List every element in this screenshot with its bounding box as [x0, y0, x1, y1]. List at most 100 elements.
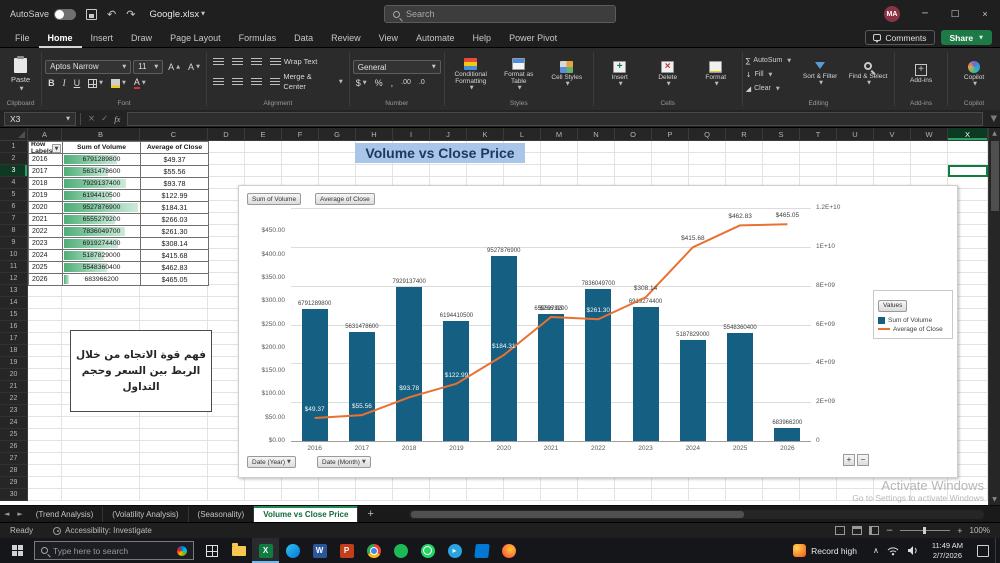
row-header-1[interactable]: 1 — [0, 141, 28, 153]
annotation-textbox[interactable]: فهم قوة الاتجاه من خلال الربط بين السعر … — [70, 330, 212, 412]
table-header-sum-of-volume[interactable]: Sum of Volume — [63, 142, 141, 154]
delete-cells-button[interactable]: × Delete ▼ — [645, 60, 691, 89]
expand-entire-field-button[interactable]: + — [843, 454, 855, 466]
horizontal-scroll-thumb[interactable] — [410, 510, 745, 518]
page-layout-view-button[interactable] — [851, 526, 862, 535]
addins-button[interactable]: Add-ins — [898, 63, 944, 85]
volume-bar-2026[interactable] — [774, 427, 801, 441]
row-header-8[interactable]: 8 — [0, 225, 28, 237]
column-header-C[interactable]: C — [140, 128, 208, 141]
save-icon[interactable] — [86, 8, 98, 20]
start-button[interactable] — [0, 538, 34, 563]
zoom-in-button[interactable]: + — [957, 526, 962, 536]
column-header-Q[interactable]: Q — [689, 128, 726, 141]
ribbon-tab-view[interactable]: View — [370, 28, 407, 48]
notification-center-icon[interactable] — [977, 544, 989, 557]
undo-icon[interactable]: ↶ — [107, 9, 116, 20]
cell-year-2020[interactable]: 2020 — [29, 202, 63, 214]
cell-year-2025[interactable]: 2025 — [29, 262, 63, 274]
cell-year-2024[interactable]: 2024 — [29, 250, 63, 262]
taskbar-search[interactable]: Type here to search — [34, 541, 194, 560]
align-right-button[interactable] — [248, 77, 265, 87]
row-header-26[interactable]: 26 — [0, 441, 28, 453]
volume-bar-2017[interactable] — [348, 331, 375, 441]
volume-bar-2025[interactable] — [727, 333, 754, 441]
find-select-button[interactable]: Find & Select ▼ — [845, 61, 891, 88]
wrap-text-button[interactable]: Wrap Text — [267, 56, 321, 68]
row-header-7[interactable]: 7 — [0, 213, 28, 225]
cell-volume-2023[interactable]: 6919274400 — [63, 238, 141, 250]
sheet-tab-trend-analysis[interactable]: (Trend Analysis) — [27, 505, 104, 523]
scroll-down-icon[interactable]: ▼ — [992, 494, 997, 505]
row-header-2[interactable]: 2 — [0, 153, 28, 165]
font-size-select[interactable]: 11 ▼ — [133, 59, 164, 74]
weather-widget[interactable]: Record high — [783, 544, 867, 557]
fill-button[interactable]: ↓ Fill ▼ — [746, 69, 791, 81]
chrome-icon[interactable] — [360, 538, 387, 563]
maximize-button[interactable]: □ — [940, 0, 970, 28]
column-header-X[interactable]: X — [948, 128, 988, 141]
new-sheet-button[interactable]: + — [358, 508, 382, 520]
autosum-button[interactable]: ∑ AutoSum ▼ — [746, 55, 791, 67]
row-header-14[interactable]: 14 — [0, 297, 28, 309]
cell-year-2026[interactable]: 2026 — [29, 274, 63, 286]
enter-icon[interactable]: ✓ — [98, 114, 111, 124]
cell-volume-2019[interactable]: 6194410500 — [63, 190, 141, 202]
page-break-view-button[interactable] — [868, 526, 879, 535]
sort-filter-button[interactable]: Sort & Filter ▼ — [797, 61, 843, 88]
search-highlights-icon[interactable] — [177, 545, 187, 556]
chart-field-date-month[interactable]: Date (Month) ▼ — [317, 456, 371, 468]
sheet-nav-right-icon[interactable]: ► — [13, 510, 26, 518]
column-header-A[interactable]: A — [28, 128, 62, 141]
chart-field-values[interactable]: Values — [878, 299, 908, 312]
chart-title[interactable]: Volume vs Close Price — [285, 143, 595, 163]
selected-cell-X3[interactable] — [948, 165, 988, 177]
fill-color-button[interactable]: ▼ — [108, 77, 129, 89]
row-header-25[interactable]: 25 — [0, 429, 28, 441]
row-header-27[interactable]: 27 — [0, 453, 28, 465]
worksheet[interactable]: A B C D E F G H I J K L M N O P Q R S T U V W X 1 2 3 4 5 6 7 8 9 10 11 12 1… — [0, 128, 1000, 505]
ribbon-tab-insert[interactable]: Insert — [82, 28, 123, 48]
accessibility-status[interactable]: Accessibility: Investigate — [53, 526, 152, 535]
row-header-24[interactable]: 24 — [0, 417, 28, 429]
column-header-W[interactable]: W — [911, 128, 948, 141]
volume-bar-2016[interactable] — [301, 309, 328, 441]
column-header-F[interactable]: F — [282, 128, 319, 141]
cell-close-2018[interactable]: $93.78 — [141, 178, 209, 190]
cell-close-2025[interactable]: $462.83 — [141, 262, 209, 274]
sheet-tab-volatility-analysis[interactable]: (Volatility Analysis) — [103, 505, 189, 523]
ribbon-tab-help[interactable]: Help — [464, 28, 501, 48]
row-header-19[interactable]: 19 — [0, 357, 28, 369]
format-as-table-button[interactable]: Format as Table ▼ — [496, 57, 542, 93]
cell-year-2023[interactable]: 2023 — [29, 238, 63, 250]
column-header-V[interactable]: V — [874, 128, 911, 141]
column-header-J[interactable]: J — [430, 128, 467, 141]
ribbon-tab-power-pivot[interactable]: Power Pivot — [500, 28, 566, 48]
show-desktop-button[interactable] — [995, 538, 1000, 563]
increase-decimal-button[interactable]: .00 — [398, 77, 414, 89]
ribbon-tab-page-layout[interactable]: Page Layout — [161, 28, 230, 48]
wifi-icon[interactable] — [887, 546, 899, 556]
row-header-3[interactable]: 3 — [0, 165, 28, 177]
powerpoint-icon[interactable] — [333, 538, 360, 563]
row-header-30[interactable]: 30 — [0, 489, 28, 501]
column-header-U[interactable]: U — [837, 128, 874, 141]
cell-volume-2020[interactable]: 9527876900 — [63, 202, 141, 214]
horizontal-scrollbar[interactable] — [408, 509, 984, 519]
row-header-23[interactable]: 23 — [0, 405, 28, 417]
column-header-T[interactable]: T — [800, 128, 837, 141]
align-middle-button[interactable] — [229, 57, 246, 67]
ribbon-tab-automate[interactable]: Automate — [407, 28, 464, 48]
row-header-17[interactable]: 17 — [0, 333, 28, 345]
taskbar-clock[interactable]: 11:49 AM 2/7/2026 — [924, 541, 971, 561]
cell-close-2017[interactable]: $55.56 — [141, 166, 209, 178]
italic-button[interactable]: I — [60, 77, 69, 89]
align-bottom-button[interactable] — [248, 57, 265, 67]
comments-button[interactable]: Comments — [865, 30, 935, 45]
tray-chevron-up-icon[interactable]: ∧ — [873, 546, 879, 555]
cell-close-2022[interactable]: $261.30 — [141, 226, 209, 238]
underline-button[interactable]: U — [71, 77, 84, 89]
clear-button[interactable]: ◢ Clear ▼ — [746, 83, 791, 95]
copilot-button[interactable]: Copilot ▼ — [951, 60, 997, 89]
row-header-10[interactable]: 10 — [0, 249, 28, 261]
